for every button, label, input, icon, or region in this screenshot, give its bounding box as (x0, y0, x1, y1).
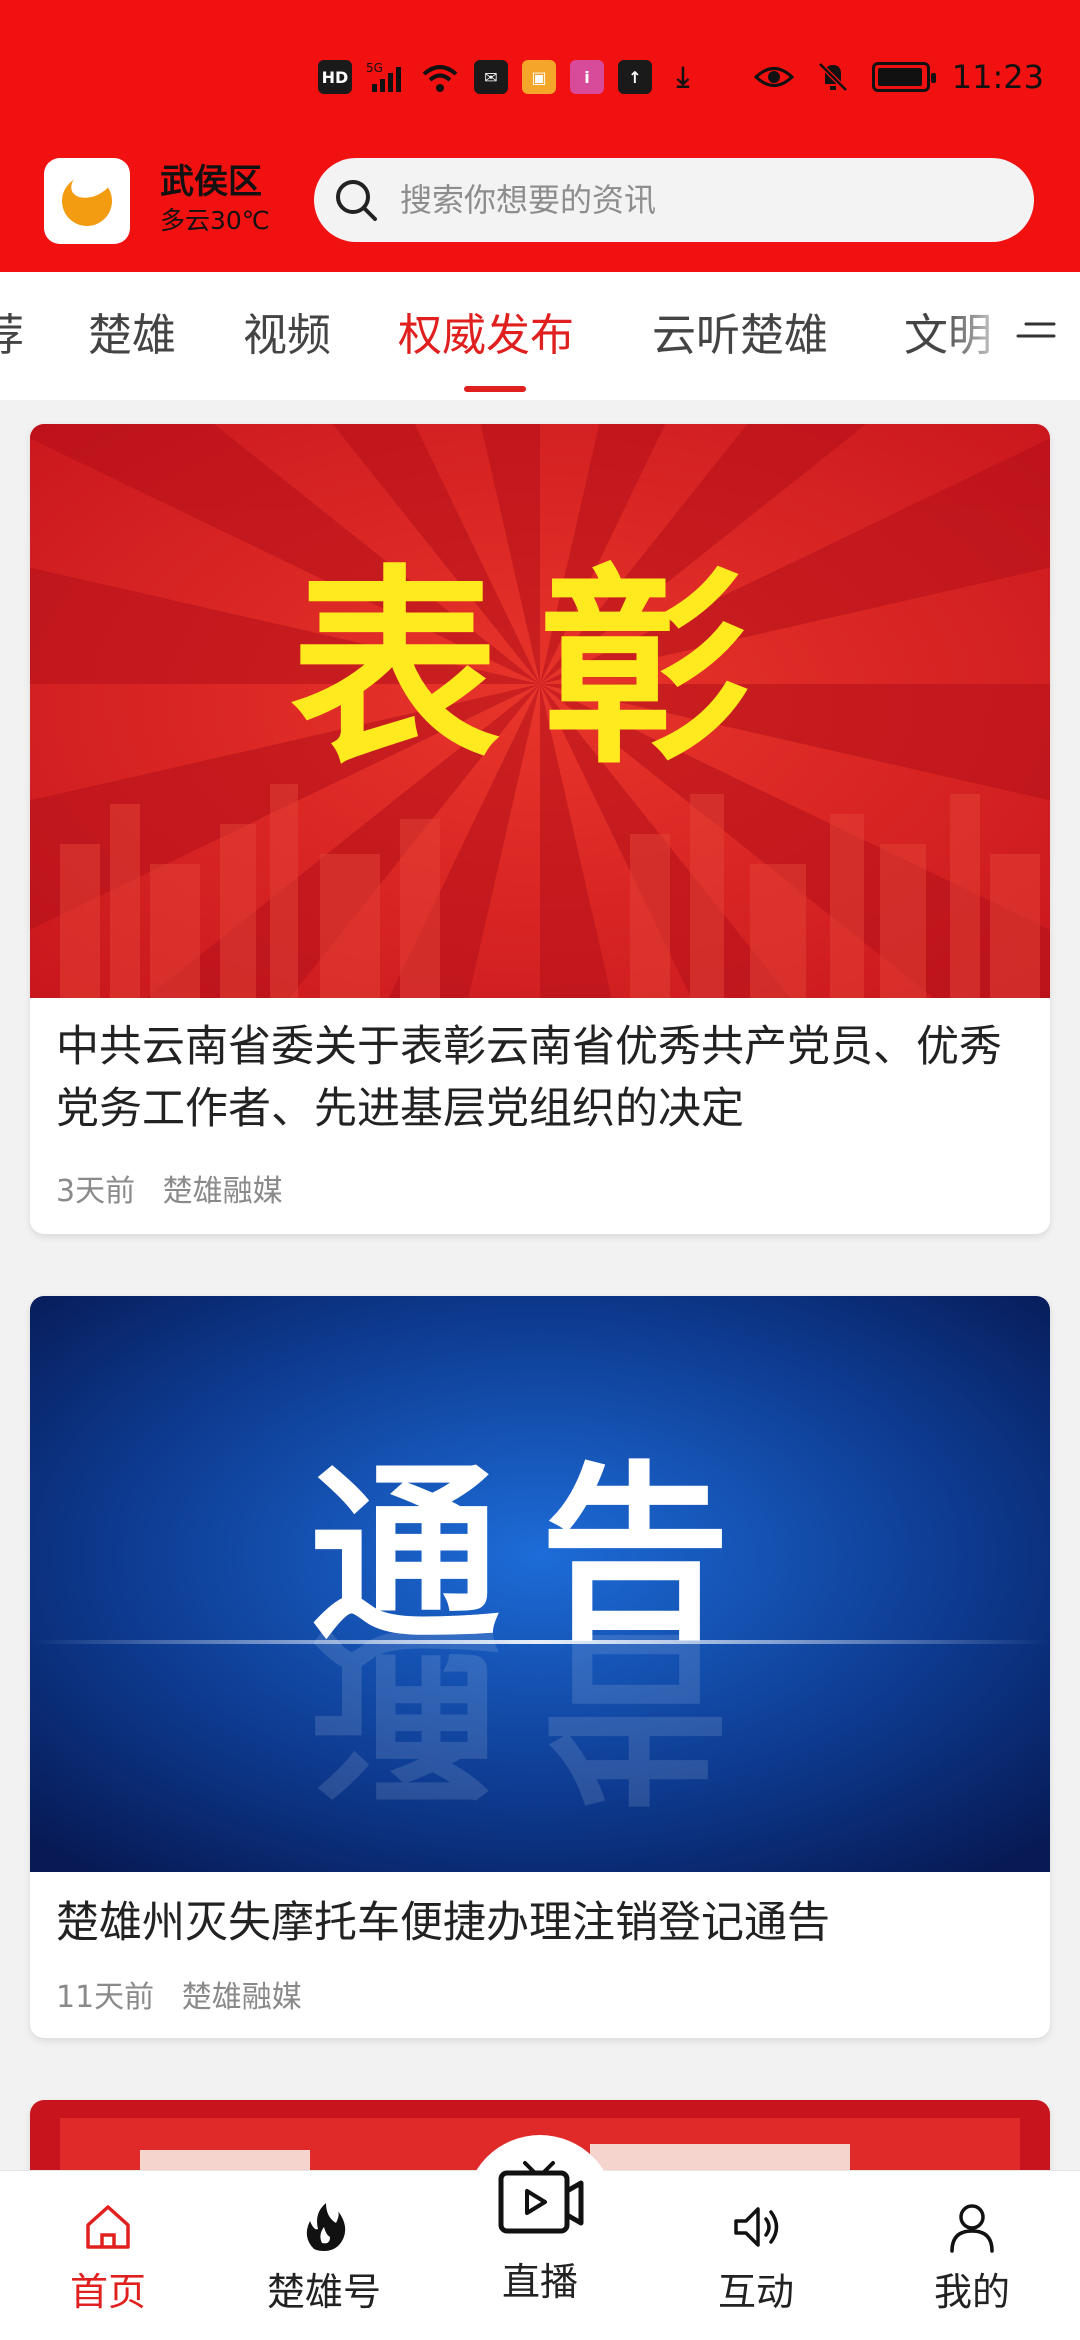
status-icons-left: HD 5G ✉ ▣ i ↑ ⤓ (318, 60, 700, 94)
news-card[interactable]: 通告 通告 楚雄州灭失摩托车便捷办理注销登记通告 11天前 楚雄融媒 (30, 1296, 1050, 2038)
news-meta: 11天前 楚雄融媒 (56, 1978, 302, 2018)
news-source: 楚雄融媒 (162, 1174, 283, 1209)
weather-text: 多云30℃ (160, 206, 270, 235)
user-icon (950, 2204, 994, 2253)
status-right: 11:23 (753, 58, 1044, 96)
signal-5g-icon: 5G (366, 61, 401, 92)
news-source: 楚雄融媒 (181, 1980, 302, 2015)
status-time: 11:23 (951, 58, 1044, 96)
speaker-icon (734, 2207, 779, 2247)
nav-chuxiong-label: 楚雄号 (266, 2270, 381, 2314)
tab-recommend[interactable]: 荐 (0, 306, 24, 366)
app-header: HD 5G ✉ ▣ i ↑ ⤓ 11:23 武侯区 多云30℃ 搜索你想要的资讯 (0, 0, 1080, 272)
app-logo[interactable] (44, 158, 130, 244)
nav-mine[interactable]: 我的 (892, 2197, 1052, 2321)
news-time: 3天前 (56, 1174, 136, 1209)
tab-chuxiong[interactable]: 楚雄 (88, 306, 176, 366)
nav-interact-label: 互动 (717, 2270, 794, 2314)
mail-icon: ✉ (474, 60, 508, 94)
nav-mine-label: 我的 (933, 2270, 1010, 2314)
nav-chuxiong-account[interactable]: 楚雄号 (244, 2197, 404, 2321)
active-tab-indicator (464, 386, 526, 392)
news-image-commendation: 表彰 (30, 424, 1050, 998)
battery-icon (871, 62, 936, 92)
banner-text-commendation: 表彰 (290, 545, 790, 792)
status-bar: HD 5G ✉ ▣ i ↑ ⤓ 11:23 (0, 52, 1080, 108)
news-image-notice: 通告 通告 (30, 1296, 1050, 1872)
live-tv-icon (498, 2161, 584, 2234)
svg-text:5G: 5G (366, 61, 383, 75)
channel-menu-icon[interactable] (1014, 316, 1058, 352)
tab-yunting-chuxiong[interactable]: 云听楚雄 (652, 306, 828, 366)
news-card[interactable]: 表彰 中共云南省委关于表彰云南省优秀共产党员、优秀党务工作者、先进基层党组织的决… (30, 424, 1050, 1234)
tab-video[interactable]: 视频 (243, 306, 331, 366)
home-icon (86, 2205, 130, 2249)
tab-official-release[interactable]: 权威发布 (398, 306, 574, 366)
app-notification-icon-2: i (570, 60, 604, 94)
news-feed: 表彰 中共云南省委关于表彰云南省优秀共产党员、优秀党务工作者、先进基层党组织的决… (0, 400, 1080, 2170)
fire-icon (306, 2203, 346, 2251)
news-title: 中共云南省委关于表彰云南省优秀共产党员、优秀党务工作者、先进基层党组织的决定 (56, 1022, 1002, 1134)
news-time: 11天前 (56, 1980, 155, 2015)
search-input[interactable]: 搜索你想要的资讯 (314, 158, 1034, 242)
nav-home[interactable]: 首页 (28, 2197, 188, 2321)
location-name: 武侯区 (160, 162, 262, 202)
nav-live-label: 直播 (501, 2260, 578, 2304)
hd-icon: HD (318, 60, 352, 94)
wifi-icon (422, 65, 458, 92)
location-weather[interactable]: 武侯区 多云30℃ (160, 160, 270, 238)
download-icon: ⤓ (676, 60, 690, 93)
nav-live[interactable]: 直播 (460, 2157, 620, 2311)
mute-bell-icon (818, 62, 848, 92)
search-placeholder: 搜索你想要的资讯 (400, 181, 657, 219)
nav-interact[interactable]: 互动 (676, 2197, 836, 2321)
news-meta: 3天前 楚雄融媒 (56, 1172, 283, 1212)
news-title: 楚雄州灭失摩托车便捷办理注销登记通告 (56, 1898, 830, 1948)
nav-home-label: 首页 (69, 2270, 146, 2314)
banner-text-reflection: 通告 (310, 1599, 770, 1820)
bottom-navigation: 首页 楚雄号 直播 互动 我的 (0, 2135, 1080, 2340)
search-icon (336, 180, 377, 221)
upload-icon: ↑ (618, 60, 652, 94)
channel-tabs: 荐 楚雄 视频 权威发布 云听楚雄 文明 (0, 272, 1080, 400)
app-notification-icon: ▣ (522, 60, 556, 94)
eye-comfort-icon (753, 67, 794, 87)
